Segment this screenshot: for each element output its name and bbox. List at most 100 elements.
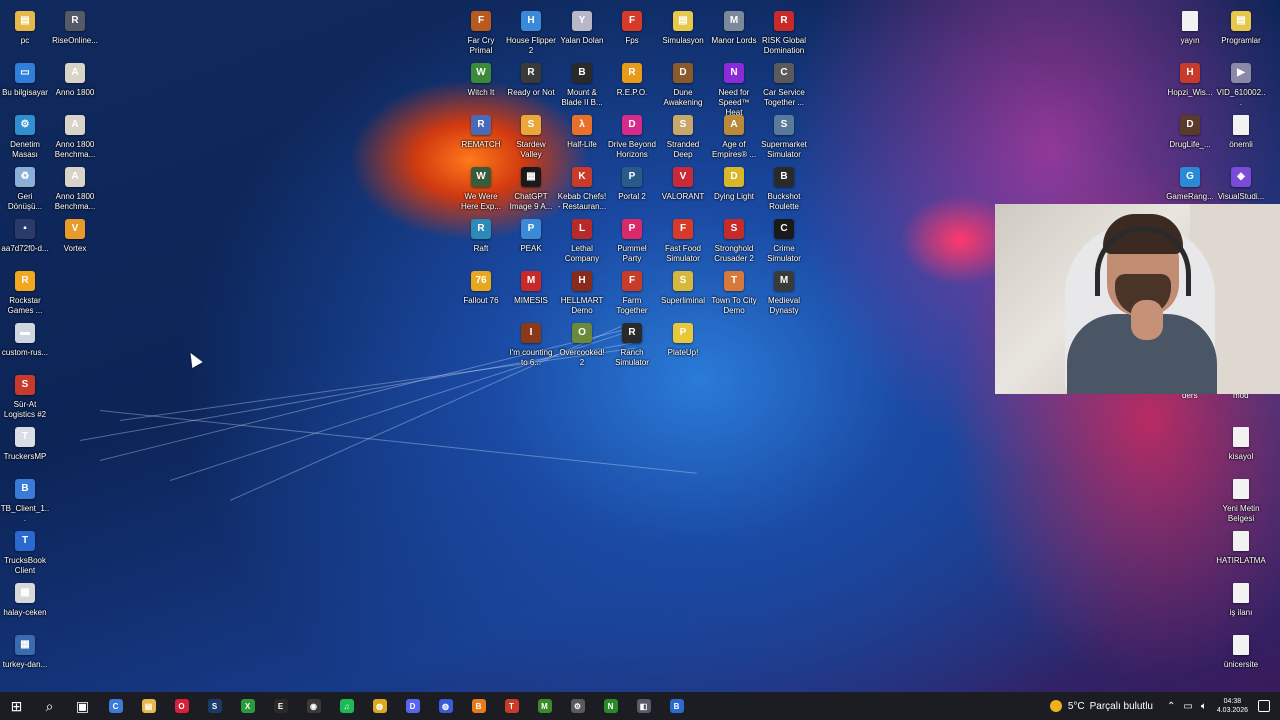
desktop-icon[interactable]: 76 Fallout 76 [456, 268, 506, 306]
truck-app-taskbar-button[interactable]: ◧ [627, 692, 660, 720]
minecraft-taskbar-button[interactable]: M [528, 692, 561, 720]
desktop-icon[interactable]: B TB_Client_1... [0, 476, 50, 524]
desktop-icon[interactable]: ▦ halay-ceken [0, 580, 50, 618]
desktop-icon[interactable]: W Witch It [456, 60, 506, 98]
desktop-icon[interactable]: H Hopzi_Wis... [1165, 60, 1215, 98]
desktop-icon[interactable]: ▪ aa7d72f0-d... [0, 216, 50, 254]
spotify-taskbar-button[interactable]: ♫ [330, 692, 363, 720]
desktop-icon[interactable]: ünicersite [1216, 632, 1266, 670]
steam-taskbar-button[interactable]: S [198, 692, 231, 720]
desktop-icon[interactable]: S Stranded Deep [658, 112, 708, 160]
desktop-icon[interactable]: I I'm counting to 6... [506, 320, 556, 368]
desktop-icon[interactable]: S Sür-At Logistics #2 [0, 372, 50, 420]
desktop-icon[interactable]: R Ready or Not [506, 60, 556, 98]
copilot-taskbar-button[interactable]: C [99, 692, 132, 720]
app-taskbar-button[interactable]: ◍ [429, 692, 462, 720]
desktop-icon[interactable]: M Manor Lords [709, 8, 759, 46]
desktop-icon[interactable]: A Age of Empires® ... [709, 112, 759, 160]
desktop-icon[interactable]: iş ilanı [1216, 580, 1266, 618]
desktop-icon[interactable]: S Stronghold Crusader 2 [709, 216, 759, 264]
trucksbook-taskbar-button[interactable]: B [660, 692, 693, 720]
desktop-icon[interactable]: L Lethal Company [557, 216, 607, 264]
desktop-icon[interactable]: ▤ Programlar [1216, 8, 1266, 46]
desktop-icon[interactable]: önemli [1216, 112, 1266, 150]
desktop-icon[interactable]: ♻ Geri Dönüşü... [0, 164, 50, 212]
desktop-icon[interactable]: P PlateUp! [658, 320, 708, 358]
desktop-icon[interactable]: ▬ custom-rus... [0, 320, 50, 358]
desktop-icon[interactable]: λ Half-Life [557, 112, 607, 150]
desktop-icon[interactable]: A Anno 1800 [50, 60, 100, 98]
desktop-icon[interactable]: V Vortex [50, 216, 100, 254]
desktop-icon[interactable]: T TrucksBook Client [0, 528, 50, 576]
desktop-icon[interactable]: R RISK Global Domination [759, 8, 809, 56]
desktop-icon[interactable]: R REMATCH [456, 112, 506, 150]
desktop-icon[interactable]: K Kebab Chefs! - Restauran... [557, 164, 607, 212]
desktop-icon[interactable]: D Drive Beyond Horizons [607, 112, 657, 160]
discord-taskbar-button[interactable]: D [396, 692, 429, 720]
desktop-icon[interactable]: T TruckersMP [0, 424, 50, 462]
desktop-icon[interactable]: R Rockstar Games ... [0, 268, 50, 316]
desktop-icon[interactable]: yayın [1165, 8, 1215, 46]
desktop-icon[interactable]: O Overcooked! 2 [557, 320, 607, 368]
desktop-icon[interactable]: C Crime Simulator [759, 216, 809, 264]
desktop-icon[interactable]: ▭ Bu bilgisayar [0, 60, 50, 98]
chrome-taskbar-button[interactable]: ◍ [363, 692, 396, 720]
network-icon[interactable]: ▭ [1183, 701, 1192, 712]
desktop-icon[interactable]: N Need for Speed™ Heat [709, 60, 759, 118]
desktop-icon[interactable]: D Dune Awakening [658, 60, 708, 108]
search-taskbar-button[interactable]: ⌕ [33, 692, 66, 720]
desktop-icon[interactable]: S Stardew Valley [506, 112, 556, 160]
desktop-icon[interactable]: C Car Service Together ... [759, 60, 809, 108]
desktop-icon[interactable]: G GameRang... [1165, 164, 1215, 202]
desktop-icon[interactable]: V VALORANT [658, 164, 708, 202]
clock[interactable]: 04:38 4.03.2026 [1217, 697, 1248, 715]
start-button[interactable]: ⊞ [0, 692, 33, 720]
desktop-icon[interactable]: H HELLMART Demo [557, 268, 607, 316]
blender-taskbar-button[interactable]: B [462, 692, 495, 720]
opera-gx-taskbar-button[interactable]: O [165, 692, 198, 720]
desktop-icon[interactable]: HATIRLATMA [1216, 528, 1266, 566]
chevron-up-icon[interactable]: ⌃ [1167, 701, 1175, 712]
volume-icon[interactable]: 🔈︎ [1201, 701, 1207, 712]
epic-games-taskbar-button[interactable]: E [264, 692, 297, 720]
desktop-icon[interactable]: ▤ Simulasyon [658, 8, 708, 46]
desktop-icon[interactable]: S Supermarket Simulator [759, 112, 809, 160]
desktop-icon[interactable]: ▦ ChatGPT Image 9 A... [506, 164, 556, 212]
desktop-icon[interactable]: D DrugLife_... [1165, 112, 1215, 150]
desktop-icon[interactable]: F Farm Together [607, 268, 657, 316]
desktop-icon[interactable]: B Mount & Blade II B... [557, 60, 607, 108]
desktop-icon[interactable]: ▤ pc [0, 8, 50, 46]
desktop-icon[interactable]: F Far Cry Primal [456, 8, 506, 56]
desktop-icon[interactable]: D Dying Light [709, 164, 759, 202]
desktop-icon[interactable]: M MIMESIS [506, 268, 556, 306]
desktop-icon[interactable]: ◆ VisualStudi... [1216, 164, 1266, 202]
desktop-icon[interactable]: Yeni Metin Belgesi [1216, 476, 1266, 524]
settings-app-taskbar-button[interactable]: ⚙ [561, 692, 594, 720]
desktop-icon[interactable]: ▶ VID_610002... [1216, 60, 1266, 108]
desktop-icon[interactable]: F Fast Food Simulator [658, 216, 708, 264]
desktop-icon[interactable]: R Raft [456, 216, 506, 254]
task-view-taskbar-button[interactable]: ▣ [66, 692, 99, 720]
desktop-icon[interactable]: ▦ turkey-dan... [0, 632, 50, 670]
desktop-icon[interactable]: H House Flipper 2 [506, 8, 556, 56]
file-explorer-taskbar-button[interactable]: ▤ [132, 692, 165, 720]
trucks-app-taskbar-button[interactable]: T [495, 692, 528, 720]
desktop-icon[interactable]: kisayol [1216, 424, 1266, 462]
desktop-icon[interactable]: S Superliminal [658, 268, 708, 306]
desktop-icon[interactable]: F Fps [607, 8, 657, 46]
desktop-icon[interactable]: M Medieval Dynasty [759, 268, 809, 316]
desktop-icon[interactable]: T Town To City Demo [709, 268, 759, 316]
notification-center-icon[interactable] [1258, 700, 1270, 712]
obs-taskbar-button[interactable]: ◉ [297, 692, 330, 720]
desktop-icon[interactable]: W We Were Here Exp... [456, 164, 506, 212]
desktop-icon[interactable]: R Ranch Simulator [607, 320, 657, 368]
nvidia-taskbar-button[interactable]: N [594, 692, 627, 720]
desktop-icon[interactable]: B Buckshot Roulette [759, 164, 809, 212]
desktop-icon[interactable]: ⚙ Denetim Masası [0, 112, 50, 160]
desktop-icon[interactable]: P Portal 2 [607, 164, 657, 202]
desktop-icon[interactable]: P PEAK [506, 216, 556, 254]
desktop-icon[interactable]: Y Yalan Dolan [557, 8, 607, 46]
desktop-icon[interactable]: R R.E.P.O. [607, 60, 657, 98]
desktop-icon[interactable]: R RiseOnline... [50, 8, 100, 46]
desktop-icon[interactable]: A Anno 1800 Benchma... [50, 164, 100, 212]
